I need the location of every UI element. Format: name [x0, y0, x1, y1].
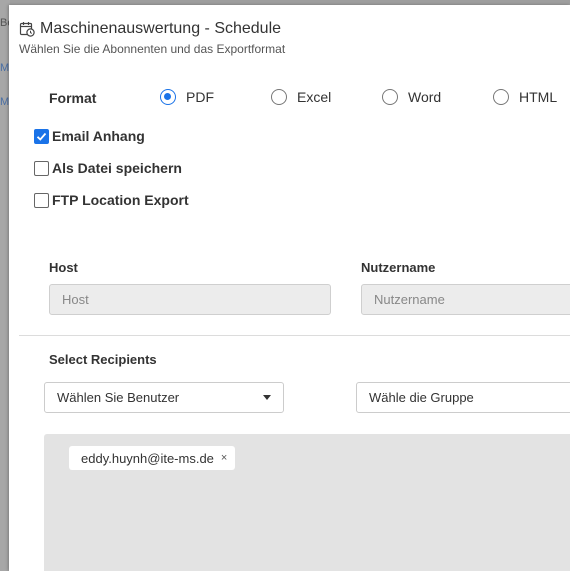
- checkbox-label: FTP Location Export: [52, 192, 189, 208]
- radio-circle: [493, 89, 509, 105]
- format-radio-html[interactable]: HTML: [493, 89, 557, 105]
- checkbox-box: [34, 160, 49, 176]
- recipients-box[interactable]: eddy.huynh@ite-ms.de ×: [44, 434, 570, 571]
- recipient-tag: eddy.huynh@ite-ms.de ×: [69, 446, 236, 470]
- dialog-subtitle: Wählen Sie die Abonnenten und das Export…: [19, 42, 286, 56]
- group-select-value: Wähle die Gruppe: [369, 390, 474, 405]
- checkbox-label: Als Datei speichern: [52, 160, 182, 176]
- user-select-value: Wählen Sie Benutzer: [57, 390, 180, 405]
- radio-label: Word: [408, 89, 442, 105]
- radio-label: PDF: [186, 89, 214, 105]
- dialog-title: Maschinenauswertung - Schedule: [40, 20, 282, 37]
- caret-down-icon: [263, 395, 271, 400]
- recipient-email: eddy.huynh@ite-ms.de: [81, 450, 214, 466]
- radio-circle: [271, 89, 287, 105]
- radio-label: Excel: [297, 89, 332, 105]
- email-attachment-checkbox[interactable]: Email Anhang: [34, 128, 145, 144]
- user-select[interactable]: Wählen Sie Benutzer: [44, 382, 284, 413]
- format-label: Format: [49, 90, 97, 106]
- format-group: Format PDF Excel Word HTML: [49, 89, 570, 107]
- checkbox-label: Email Anhang: [52, 128, 145, 144]
- checkbox-box: [34, 192, 49, 208]
- dialog-header: Maschinenauswertung - Schedule Wählen Si…: [19, 20, 285, 56]
- format-radio-excel[interactable]: Excel: [271, 89, 331, 105]
- host-label: Host: [49, 260, 78, 275]
- group-select[interactable]: Wähle die Gruppe: [356, 382, 570, 413]
- format-radio-word[interactable]: Word: [382, 89, 441, 105]
- section-divider: [19, 335, 570, 336]
- host-input[interactable]: [49, 284, 331, 315]
- username-input[interactable]: [361, 284, 570, 315]
- ftp-export-checkbox[interactable]: FTP Location Export: [34, 192, 189, 208]
- checkbox-box: [34, 128, 49, 144]
- remove-tag-icon[interactable]: ×: [221, 452, 227, 464]
- username-label: Nutzername: [361, 260, 436, 275]
- radio-circle: [382, 89, 398, 105]
- radio-label: HTML: [519, 89, 558, 105]
- radio-circle: [160, 89, 176, 105]
- checkmark-icon: [36, 132, 47, 141]
- recipients-label: Select Recipients: [49, 352, 157, 367]
- save-as-file-checkbox[interactable]: Als Datei speichern: [34, 160, 182, 176]
- format-radio-pdf[interactable]: PDF: [160, 89, 214, 105]
- calendar-clock-icon: [19, 22, 35, 37]
- schedule-dialog: Maschinenauswertung - Schedule Wählen Si…: [9, 5, 570, 571]
